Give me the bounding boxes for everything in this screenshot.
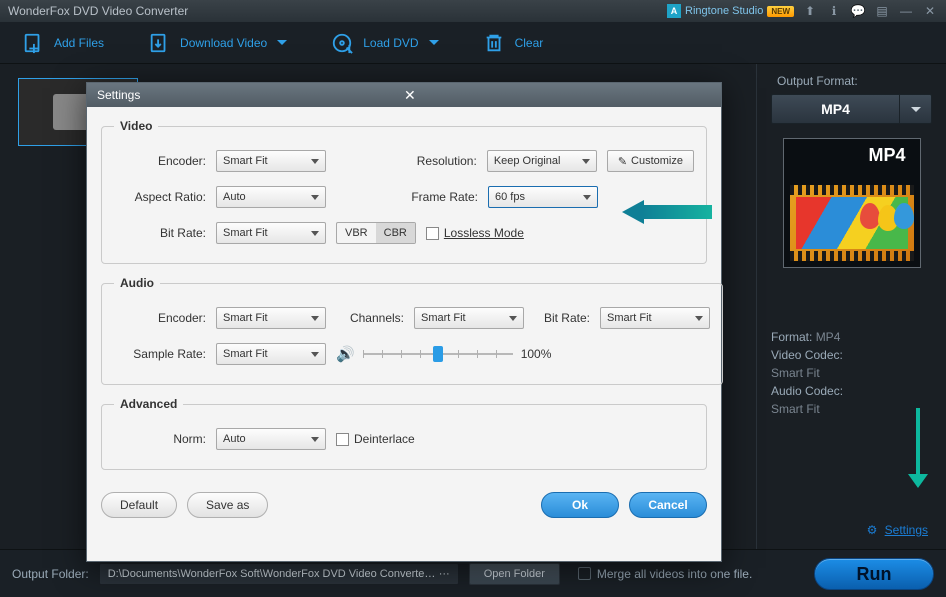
settings-dialog: Settings ✕ Video Encoder: Smart Fit Reso…	[86, 82, 722, 562]
open-folder-button[interactable]: Open Folder	[469, 563, 560, 585]
main-toolbar: Add Files Download Video Load DVD Clear	[0, 22, 946, 64]
upload-icon[interactable]: ⬆	[802, 4, 818, 18]
ringtone-studio-link[interactable]: A Ringtone Studio NEW	[667, 4, 794, 18]
output-folder-field[interactable]: D:\Documents\WonderFox Soft\WonderFox DV…	[99, 563, 459, 585]
settings-link[interactable]: ⚙ Settings	[867, 523, 928, 537]
checkbox-icon	[426, 227, 439, 240]
output-folder-label: Output Folder:	[12, 567, 89, 581]
audio-bitrate-select[interactable]: Smart Fit	[600, 307, 710, 329]
dialog-titlebar: Settings ✕	[87, 83, 721, 107]
lossless-checkbox[interactable]: Lossless Mode	[426, 226, 524, 240]
minimize-icon[interactable]: —	[898, 4, 914, 18]
new-badge: NEW	[767, 6, 794, 17]
advanced-fieldset: Advanced Norm: Auto Deinterlace	[101, 397, 707, 470]
dialog-footer: Default Save as Ok Cancel	[87, 490, 721, 526]
info-icon[interactable]: ℹ	[826, 4, 842, 18]
ringtone-icon: A	[667, 4, 681, 18]
volume-slider[interactable]	[363, 353, 513, 355]
save-as-button[interactable]: Save as	[187, 492, 268, 518]
output-format-label: Output Format:	[771, 74, 932, 88]
layout-icon[interactable]: ▤	[874, 4, 890, 18]
volume-value: 100%	[521, 347, 552, 361]
pencil-icon: ✎	[618, 155, 627, 168]
channels-select[interactable]: Smart Fit	[414, 307, 524, 329]
ok-button[interactable]: Ok	[541, 492, 619, 518]
output-format-button[interactable]: MP4	[771, 94, 932, 124]
dialog-close-button[interactable]: ✕	[404, 87, 711, 104]
checkbox-icon	[336, 433, 349, 446]
norm-select[interactable]: Auto	[216, 428, 326, 450]
audio-encoder-select[interactable]: Smart Fit	[216, 307, 326, 329]
vbr-cbr-toggle[interactable]: VBR CBR	[336, 222, 416, 244]
deinterlace-checkbox[interactable]: Deinterlace	[336, 432, 415, 446]
frame-rate-select[interactable]: 60 fps	[488, 186, 598, 208]
close-icon[interactable]: ✕	[922, 4, 938, 18]
format-info: Format: MP4 Video Codec: Smart Fit Audio…	[771, 328, 932, 418]
load-dvd-button[interactable]: Load DVD	[319, 22, 450, 63]
cancel-button[interactable]: Cancel	[629, 492, 707, 518]
titlebar: WonderFox DVD Video Converter A Ringtone…	[0, 0, 946, 22]
annotation-arrow-down	[908, 408, 928, 488]
add-files-button[interactable]: Add Files	[10, 22, 116, 63]
chevron-down-icon	[899, 95, 931, 123]
add-files-icon	[22, 32, 44, 54]
chevron-down-icon	[429, 40, 439, 45]
download-video-button[interactable]: Download Video	[136, 22, 299, 63]
audio-fieldset: Audio Encoder: Smart Fit Channels: Smart…	[101, 276, 723, 385]
video-encoder-select[interactable]: Smart Fit	[216, 150, 326, 172]
video-bitrate-select[interactable]: Smart Fit	[216, 222, 326, 244]
volume-icon: 🔊	[336, 345, 355, 363]
customize-button[interactable]: ✎Customize	[607, 150, 694, 172]
trash-icon	[483, 32, 505, 54]
resolution-select[interactable]: Keep Original	[487, 150, 597, 172]
format-artwork: MP4	[783, 138, 921, 268]
video-fieldset: Video Encoder: Smart Fit Resolution: Kee…	[101, 119, 707, 264]
aspect-ratio-select[interactable]: Auto	[216, 186, 326, 208]
dvd-icon	[331, 32, 353, 54]
download-icon	[148, 32, 170, 54]
sample-rate-select[interactable]: Smart Fit	[216, 343, 326, 365]
checkbox-icon	[578, 567, 591, 580]
app-title: WonderFox DVD Video Converter	[8, 4, 667, 18]
gear-icon: ⚙	[867, 523, 881, 537]
chat-icon[interactable]: 💬	[850, 4, 866, 18]
merge-checkbox[interactable]: Merge all videos into one file.	[578, 567, 752, 581]
run-button[interactable]: Run	[814, 558, 934, 590]
default-button[interactable]: Default	[101, 492, 177, 518]
chevron-down-icon	[277, 40, 287, 45]
clear-button[interactable]: Clear	[471, 22, 556, 63]
